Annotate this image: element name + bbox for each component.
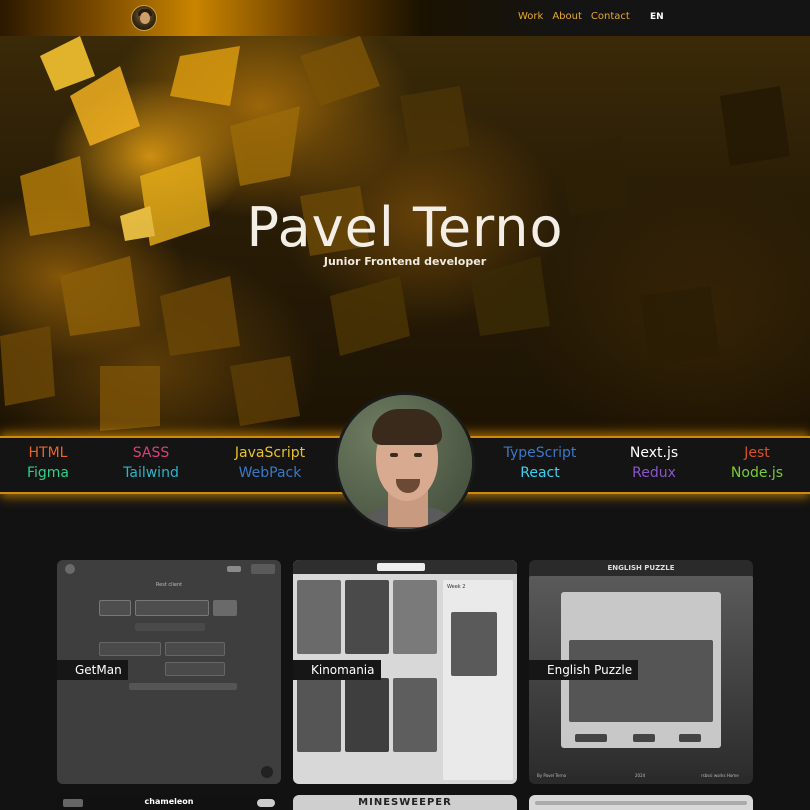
kinomania-panel-title: Week 2 bbox=[447, 584, 466, 590]
kinomania-poster-4 bbox=[297, 678, 341, 752]
getman-preview-title: Rest client bbox=[155, 582, 183, 588]
english-footer-links: rsbssi works Home bbox=[701, 773, 739, 778]
getman-logo-icon bbox=[65, 564, 75, 574]
chameleon-icons bbox=[63, 799, 83, 807]
chameleon-title: chameleon bbox=[144, 797, 194, 806]
skill-html: HTML bbox=[28, 445, 68, 461]
main-nav: Work About Contact bbox=[518, 11, 630, 22]
skill-jest: Jest bbox=[744, 445, 770, 461]
project-card-next[interactable] bbox=[529, 795, 753, 810]
skill-sass: SASS bbox=[132, 445, 170, 461]
project-card-minesweeper[interactable]: MINESWEEPER bbox=[293, 795, 517, 810]
top-header: Work About Contact EN bbox=[0, 0, 810, 36]
kinomania-poster-1 bbox=[297, 580, 341, 654]
english-footer-year: 2024 bbox=[635, 773, 646, 778]
getman-url-field bbox=[135, 600, 209, 616]
getman-tabs bbox=[135, 623, 205, 631]
project-card-kinomania[interactable]: Week 2 Kinomania bbox=[293, 560, 517, 784]
photo-hair bbox=[372, 409, 442, 445]
getman-signout-button bbox=[251, 564, 275, 574]
kinomania-detail-poster bbox=[451, 612, 497, 676]
photo-eye-left bbox=[390, 453, 398, 457]
skill-redux: Redux bbox=[632, 465, 676, 481]
photo-eye-right bbox=[414, 453, 422, 457]
minesweeper-title: MINESWEEPER bbox=[358, 797, 452, 808]
skill-javascript: JavaScript bbox=[234, 445, 306, 461]
skill-nodejs: Node.js bbox=[730, 465, 784, 481]
kinomania-search-field bbox=[377, 563, 425, 571]
english-preview-title: ENGLISH PUZZLE bbox=[607, 564, 675, 572]
getman-header-value bbox=[165, 642, 225, 656]
nav-link-contact[interactable]: Contact bbox=[591, 11, 630, 22]
getman-method-select bbox=[99, 600, 131, 616]
getman-header-value-2 bbox=[165, 662, 225, 676]
skill-nextjs: Next.js bbox=[629, 445, 679, 461]
project-label-kinomania: Kinomania bbox=[293, 660, 381, 680]
getman-header-key bbox=[99, 642, 161, 656]
kinomania-poster-3 bbox=[393, 580, 437, 654]
nav-link-about[interactable]: About bbox=[552, 11, 582, 22]
hero-name: Pavel Terno bbox=[246, 196, 564, 259]
english-button-1 bbox=[575, 734, 607, 742]
skill-webpack: WebPack bbox=[238, 465, 302, 481]
page: Pavel Terno Junior Frontend developer Wo… bbox=[0, 0, 810, 810]
kinomania-detail-panel bbox=[443, 580, 513, 780]
english-button-2 bbox=[633, 734, 655, 742]
kinomania-poster-2 bbox=[345, 580, 389, 654]
language-switch[interactable]: EN bbox=[650, 12, 664, 22]
hero-role: Junior Frontend developer bbox=[323, 255, 487, 268]
project-card-getman[interactable]: Rest client GetMan bbox=[57, 560, 281, 784]
getman-toggle-icon bbox=[227, 566, 241, 572]
project-label-getman: GetMan bbox=[57, 660, 128, 680]
profile-photo bbox=[335, 392, 475, 532]
english-button-3 bbox=[679, 734, 701, 742]
skill-tailwind: Tailwind bbox=[123, 465, 179, 481]
project-card-english-puzzle[interactable]: ENGLISH PUZZLE By Pavel Terno 2024 rsbss… bbox=[529, 560, 753, 784]
project-label-english-puzzle: English Puzzle bbox=[529, 660, 639, 680]
logo-face bbox=[140, 12, 150, 24]
kinomania-poster-5 bbox=[345, 678, 389, 752]
english-footer-author: By Pavel Terno bbox=[537, 773, 567, 778]
getman-send-button bbox=[213, 600, 237, 616]
skill-figma: Figma bbox=[26, 465, 70, 481]
skill-typescript: TypeScript bbox=[503, 445, 577, 461]
nav-link-work[interactable]: Work bbox=[518, 11, 543, 22]
getman-footer-icon bbox=[261, 766, 273, 778]
next-card-nav bbox=[535, 801, 747, 805]
chameleon-button bbox=[257, 799, 275, 807]
kinomania-poster-6 bbox=[393, 678, 437, 752]
logo-avatar[interactable] bbox=[131, 5, 157, 31]
project-card-chameleon[interactable]: chameleon bbox=[57, 795, 281, 810]
skill-react: React bbox=[520, 465, 560, 481]
english-puzzle-image bbox=[569, 640, 713, 722]
hero-section: Pavel Terno Junior Frontend developer bbox=[0, 36, 810, 436]
getman-body-bar bbox=[129, 683, 237, 690]
